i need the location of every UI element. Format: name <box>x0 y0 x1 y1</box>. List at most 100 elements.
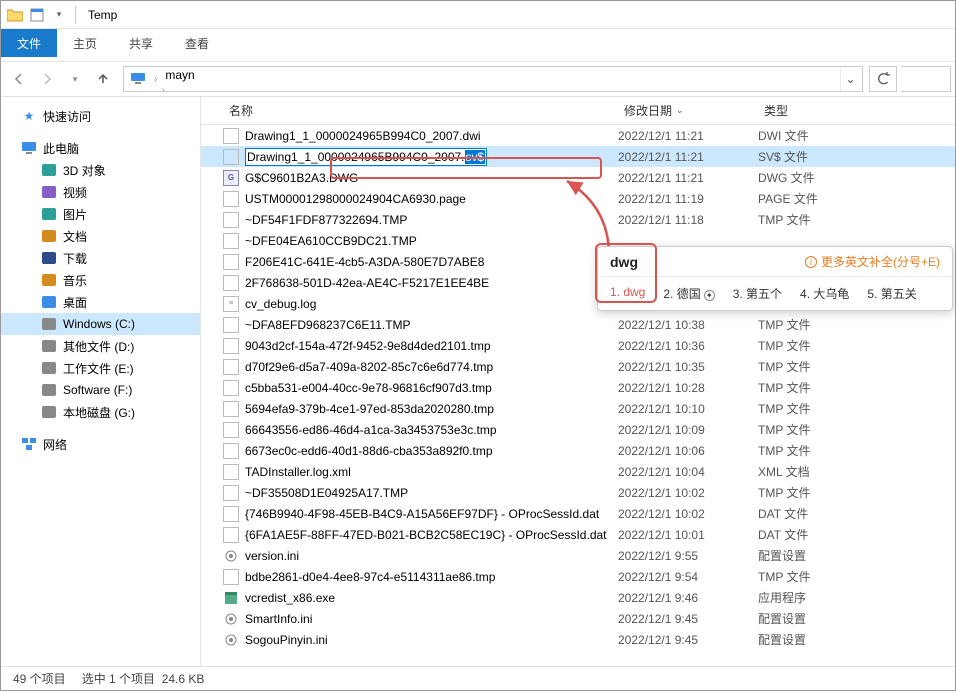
sidebar-item[interactable]: 音乐 <box>1 269 200 291</box>
file-name: F206E41C-641E-4cb5-A3DA-580E7D7ABE8 <box>245 255 484 269</box>
nav-recent-dropdown[interactable]: ▾ <box>61 65 89 93</box>
file-type: TMP 文件 <box>752 568 872 585</box>
sidebar-item[interactable]: Windows (C:) <box>1 313 200 335</box>
window-title: Temp <box>88 8 117 22</box>
file-row[interactable]: USTM00001298000024904CA6930.page 2022/12/… <box>201 188 955 209</box>
file-name: ~DFE04EA610CCB9DC21.TMP <box>245 234 417 248</box>
file-row[interactable]: ~DF54F1FDF877322694.TMP2022/12/1 11:18TM… <box>201 209 955 230</box>
tab-view[interactable]: 查看 <box>169 29 225 57</box>
sidebar-this-pc[interactable]: 此电脑 <box>1 137 200 159</box>
chevron-right-icon[interactable]: › <box>152 74 159 85</box>
nav-forward[interactable] <box>33 65 61 93</box>
column-name[interactable]: 名称 <box>223 102 618 119</box>
file-row[interactable]: Drawing1_1_0000024965B994C0_2007.sv$2022… <box>201 146 955 167</box>
file-date: 2022/12/1 11:19 <box>612 192 752 206</box>
chevron-right-icon[interactable]: › <box>159 85 166 92</box>
status-count: 49 个项目 <box>13 670 66 687</box>
file-row[interactable]: {746B9940-4F98-45EB-B4C9-A15A56EF97DF} -… <box>201 503 955 524</box>
sidebar-item[interactable]: 本地磁盘 (G:) <box>1 401 200 423</box>
file-name-cell: {6FA1AE5F-88FF-47ED-B021-BCB2C58EC19C} -… <box>223 527 612 543</box>
ime-candidate[interactable]: 4. 大乌龟 <box>800 285 849 302</box>
sidebar-item[interactable]: 工作文件 (E:) <box>1 357 200 379</box>
file-name: 5694efa9-379b-4ce1-97ed-853da2020280.tmp <box>245 402 494 416</box>
file-type: TMP 文件 <box>752 400 872 417</box>
file-name: USTM00001298000024904CA6930.page <box>245 192 466 206</box>
file-row[interactable]: 5694efa9-379b-4ce1-97ed-853da2020280.tmp… <box>201 398 955 419</box>
breadcrumb-segment[interactable]: mayn <box>159 68 243 82</box>
file-name: SmartInfo.ini <box>245 612 312 626</box>
sidebar-label: 此电脑 <box>43 140 79 157</box>
qat-dropdown-icon[interactable]: ▾ <box>49 5 69 25</box>
ime-candidate[interactable]: 3. 第五个 <box>733 285 782 302</box>
file-name: Drawing1_1_0000024965B994C0_2007.dwi <box>245 129 481 143</box>
tab-share[interactable]: 共享 <box>113 29 169 57</box>
file-name-cell: F206E41C-641E-4cb5-A3DA-580E7D7ABE8 <box>223 254 612 270</box>
sidebar-item[interactable]: 3D 对象 <box>1 159 200 181</box>
breadcrumb-box[interactable]: › 此电脑›Windows (C:)›用户›mayn›AppData›Local… <box>123 66 863 92</box>
file-row[interactable]: SmartInfo.ini2022/12/1 9:45配置设置 <box>201 608 955 629</box>
file-row[interactable]: ~DFA8EFD968237C6E11.TMP2022/12/1 10:38TM… <box>201 314 955 335</box>
sidebar-quick-access[interactable]: ★ 快速访问 <box>1 105 200 127</box>
file-type: TMP 文件 <box>752 337 872 354</box>
ime-typed-text: dwg <box>610 254 638 270</box>
address-bar: ▾ › 此电脑›Windows (C:)›用户›mayn›AppData›Loc… <box>1 61 955 97</box>
ime-candidate[interactable]: 1. dwg <box>610 285 645 302</box>
file-row[interactable]: c5bba531-e004-40cc-9e78-96816cf907d3.tmp… <box>201 377 955 398</box>
file-type: SV$ 文件 <box>752 148 872 165</box>
file-name: ~DF54F1FDF877322694.TMP <box>245 213 407 227</box>
sort-desc-icon: ⌄ <box>676 105 684 116</box>
file-row[interactable]: 66643556-ed86-46d4-a1ca-3a3453753e3c.tmp… <box>201 419 955 440</box>
sidebar-item[interactable]: 图片 <box>1 203 200 225</box>
globe-icon: ✦ <box>704 290 715 301</box>
column-type[interactable]: 类型 <box>758 102 878 119</box>
ribbon-tabs: 文件 主页 共享 查看 <box>1 29 955 57</box>
file-row[interactable]: GG$C9601B2A3.DWG2022/12/1 11:21DWG 文件 <box>201 167 955 188</box>
sidebar-item[interactable]: 桌面 <box>1 291 200 313</box>
file-name: SogouPinyin.ini <box>245 633 328 647</box>
file-name: version.ini <box>245 549 299 563</box>
file-row[interactable]: d70f29e6-d5a7-409a-8202-85c7c6e6d774.tmp… <box>201 356 955 377</box>
ime-candidate[interactable]: 5. 第五关 <box>867 285 916 302</box>
file-type: TMP 文件 <box>752 211 872 228</box>
sidebar-item[interactable]: 其他文件 (D:) <box>1 335 200 357</box>
sidebar-item[interactable]: 文档 <box>1 225 200 247</box>
file-name-cell: ~DFE04EA610CCB9DC21.TMP <box>223 233 612 249</box>
rename-input[interactable]: Drawing1_1_0000024965B994C0_2007.sv$ <box>245 148 487 166</box>
column-date[interactable]: 修改日期 ⌄ <box>618 102 758 119</box>
sidebar: ★ 快速访问 此电脑 3D 对象视频图片文档下载音乐桌面Windows (C:)… <box>1 97 201 666</box>
file-type: XML 文档 <box>752 463 872 480</box>
search-input[interactable] <box>901 66 951 92</box>
refresh-button[interactable] <box>869 66 897 92</box>
ime-candidate[interactable]: 2. 德国✦ <box>663 285 714 302</box>
file-row[interactable]: SogouPinyin.ini2022/12/1 9:45配置设置 <box>201 629 955 650</box>
sidebar-item[interactable]: 下载 <box>1 247 200 269</box>
nav-back[interactable] <box>5 65 33 93</box>
ime-hint[interactable]: i 更多英文补全(分号+E) <box>805 253 940 270</box>
file-row[interactable]: bdbe2861-d0e4-4ee8-97c4-e5114311ae86.tmp… <box>201 566 955 587</box>
file-row[interactable]: TADInstaller.log.xml2022/12/1 10:04XML 文… <box>201 461 955 482</box>
ime-candidates[interactable]: 1. dwg 2. 德国✦ 3. 第五个 4. 大乌龟 5. 第五关 <box>598 277 952 310</box>
path-dropdown[interactable]: ⌄ <box>840 67 860 91</box>
file-name: {6FA1AE5F-88FF-47ED-B021-BCB2C58EC19C} -… <box>245 528 607 542</box>
file-name: G$C9601B2A3.DWG <box>245 171 358 185</box>
file-row[interactable]: 9043d2cf-154a-472f-9452-9e8d4ded2101.tmp… <box>201 335 955 356</box>
file-row[interactable]: ~DF35508D1E04925A17.TMP2022/12/1 10:02TM… <box>201 482 955 503</box>
file-type: TMP 文件 <box>752 442 872 459</box>
qat-properties-icon[interactable] <box>27 5 47 25</box>
file-row[interactable]: vcredist_x86.exe2022/12/1 9:46应用程序 <box>201 587 955 608</box>
file-row[interactable]: {6FA1AE5F-88FF-47ED-B021-BCB2C58EC19C} -… <box>201 524 955 545</box>
drive-icon <box>41 360 57 376</box>
sidebar-network[interactable]: 网络 <box>1 433 200 455</box>
sidebar-item[interactable]: Software (F:) <box>1 379 200 401</box>
tab-home[interactable]: 主页 <box>57 29 113 57</box>
file-row[interactable]: version.ini2022/12/1 9:55配置设置 <box>201 545 955 566</box>
file-date: 2022/12/1 10:10 <box>612 402 752 416</box>
file-date: 2022/12/1 10:02 <box>612 486 752 500</box>
tab-file[interactable]: 文件 <box>1 29 57 57</box>
file-row[interactable]: Drawing1_1_0000024965B994C0_2007.dwi2022… <box>201 125 955 146</box>
sidebar-item[interactable]: 视频 <box>1 181 200 203</box>
file-name: ~DF35508D1E04925A17.TMP <box>245 486 408 500</box>
file-row[interactable]: 6673ec0c-edd6-40d1-88d6-cba353a892f0.tmp… <box>201 440 955 461</box>
nav-up[interactable] <box>89 65 117 93</box>
file-list[interactable]: 名称 修改日期 ⌄ 类型 Drawing1_1_0000024965B994C0… <box>201 97 955 666</box>
